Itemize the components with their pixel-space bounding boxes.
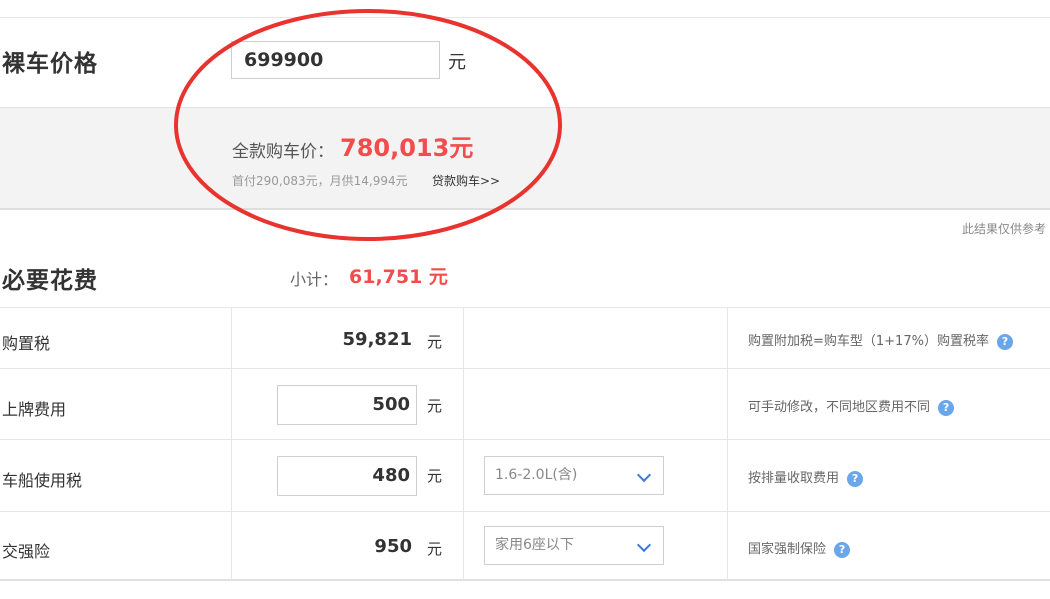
row-label: 交强险 (2, 542, 51, 561)
loan-summary: 首付290,083元，月供14,994元 (232, 174, 408, 188)
help-icon[interactable]: ? (847, 470, 864, 487)
help-icon[interactable]: ? (996, 333, 1013, 350)
car-price-title: 裸车价格 (2, 51, 98, 77)
row-hint: 购置附加税=购车型（1+17%）购置税率? (748, 330, 1013, 350)
chevron-down-icon (636, 467, 652, 483)
purchase-tax-value: 59,821 (342, 329, 412, 350)
seat-type-select-value: 家用6座以下 (495, 537, 574, 553)
vessel-tax-input[interactable]: 480 (277, 456, 417, 496)
total-price-value: 780,013元 (340, 134, 474, 162)
row-unit: 元 (427, 467, 443, 485)
top-divider (0, 17, 1050, 18)
column-divider (463, 440, 464, 511)
help-icon[interactable]: ? (938, 399, 955, 416)
displacement-select-value: 1.6-2.0L(含) (495, 467, 578, 483)
required-costs-table: 购置税 59,821 元 购置附加税=购车型（1+17%）购置税率? 上牌费用 … (0, 307, 1050, 581)
row-hint: 可手动修改，不同地区费用不同? (748, 396, 955, 416)
car-price-unit: 元 (448, 52, 466, 73)
row-hint: 按排量收取费用? (748, 467, 864, 487)
row-label: 上牌费用 (2, 400, 67, 419)
table-row: 交强险 950 元 家用6座以下 国家强制保险? (0, 511, 1050, 581)
column-divider (231, 512, 232, 579)
row-hint-text: 国家强制保险 (748, 542, 827, 557)
row-label: 购置税 (2, 334, 51, 353)
seat-type-select[interactable]: 家用6座以下 (484, 526, 664, 565)
row-hint-text: 购置附加税=购车型（1+17%）购置税率 (748, 334, 989, 349)
row-hint-text: 可手动修改，不同地区费用不同 (748, 400, 931, 415)
total-price-label: 全款购车价： (232, 142, 334, 162)
table-row: 车船使用税 480 元 1.6-2.0L(含) 按排量收取费用? (0, 439, 1050, 511)
column-divider (727, 308, 728, 368)
column-divider (727, 440, 728, 511)
column-divider (727, 369, 728, 439)
row-unit: 元 (427, 333, 443, 351)
column-divider (727, 512, 728, 579)
loan-purchase-link[interactable]: 贷款购车>> (432, 172, 500, 189)
column-divider (463, 512, 464, 579)
subtotal-label: 小计： (290, 270, 339, 289)
row-hint: 国家强制保险? (748, 538, 851, 558)
compulsory-insurance-value: 950 (374, 536, 412, 557)
license-fee-input[interactable]: 500 (277, 385, 417, 425)
required-costs-title: 必要花费 (2, 268, 98, 294)
row-label: 车船使用税 (2, 471, 83, 490)
column-divider (463, 308, 464, 368)
table-row: 购置税 59,821 元 购置附加税=购车型（1+17%）购置税率? (0, 307, 1050, 368)
row-hint-text: 按排量收取费用 (748, 471, 840, 486)
column-divider (231, 308, 232, 368)
table-row: 上牌费用 500 元 可手动修改，不同地区费用不同? (0, 368, 1050, 439)
chevron-down-icon (636, 537, 652, 553)
subtotal-value: 61,751 元 (349, 266, 448, 288)
car-price-input[interactable]: 699900 (231, 41, 440, 79)
column-divider (463, 369, 464, 439)
row-unit: 元 (427, 540, 443, 558)
column-divider (231, 440, 232, 511)
help-icon[interactable]: ? (834, 541, 851, 558)
column-divider (231, 369, 232, 439)
result-note: 此结果仅供参考 (961, 222, 1046, 236)
displacement-select[interactable]: 1.6-2.0L(含) (484, 456, 664, 495)
row-unit: 元 (427, 397, 443, 415)
total-price-band (0, 107, 1050, 210)
